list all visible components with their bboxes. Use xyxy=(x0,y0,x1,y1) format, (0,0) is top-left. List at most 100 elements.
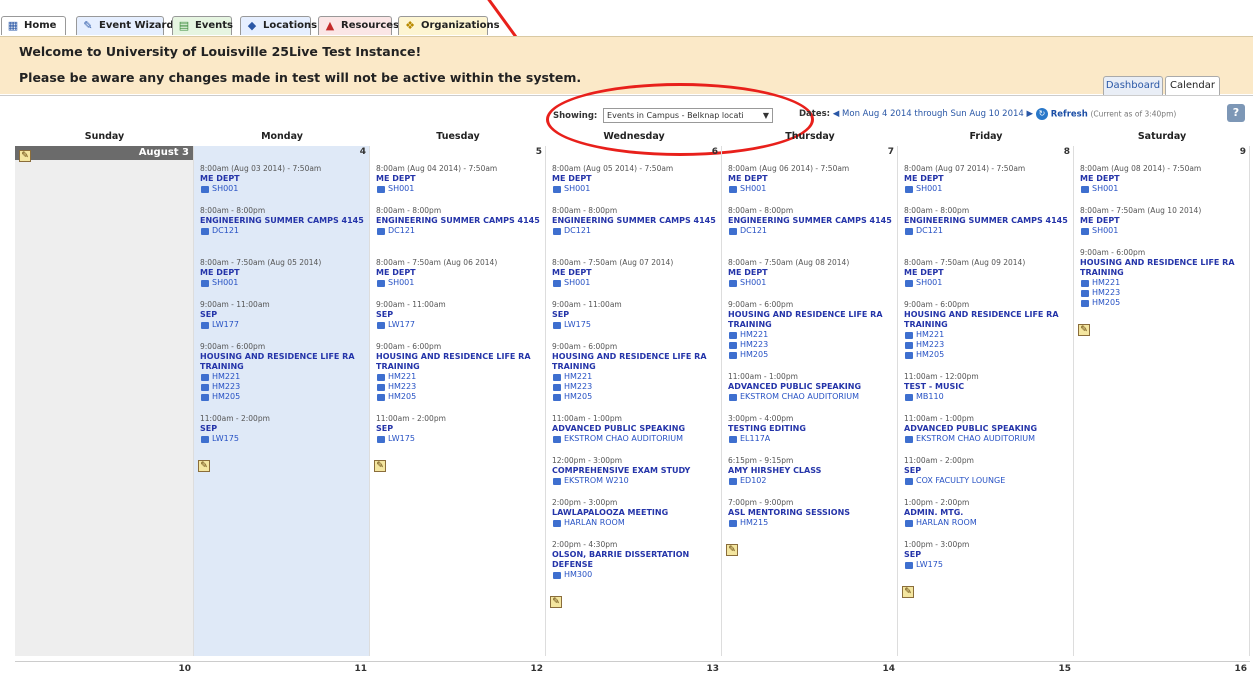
event-location[interactable]: SH001 xyxy=(376,184,541,194)
event-name[interactable]: ENGINEERING SUMMER CAMPS 4145 xyxy=(200,216,365,226)
event-location[interactable]: HARLAN ROOM xyxy=(904,518,1069,528)
event-location[interactable]: EKSTROM CHAO AUDITORIUM xyxy=(904,434,1069,444)
event-location[interactable]: EL117A xyxy=(728,434,893,444)
calendar-event[interactable]: 8:00am - 7:50am (Aug 09 2014) ME DEPT SH00… xyxy=(904,258,1069,288)
calendar-event[interactable]: 9:00am - 6:00pm HOUSING AND RESIDENCE LIF… xyxy=(200,342,365,402)
event-name[interactable]: TESTING EDITING xyxy=(728,424,893,434)
calendar-event[interactable]: 6:15pm - 9:15pm AMY HIRSHEY CLASS ED102 xyxy=(728,456,893,486)
event-location[interactable]: HM221 xyxy=(200,372,365,382)
event-location[interactable]: HM223 xyxy=(904,340,1069,350)
event-location[interactable]: HM223 xyxy=(1080,288,1245,298)
event-name[interactable]: ME DEPT xyxy=(1080,174,1245,184)
calendar-event[interactable]: 8:00am (Aug 08 2014) - 7:50am ME DEPT SH00… xyxy=(1080,164,1245,194)
event-location[interactable]: EKSTROM CHAO AUDITORIUM xyxy=(552,434,717,444)
event-location[interactable]: SH001 xyxy=(376,278,541,288)
event-location[interactable]: HM205 xyxy=(728,350,893,360)
edit-icon[interactable]: ✎ xyxy=(1078,324,1090,336)
event-location[interactable]: EKSTROM W210 xyxy=(552,476,717,486)
calendar-event[interactable]: 11:00am - 2:00pm SEP COX FACULTY LOUNGE xyxy=(904,456,1069,486)
calendar-event[interactable]: 8:00am (Aug 05 2014) - 7:50am ME DEPT SH00… xyxy=(552,164,717,194)
event-name[interactable]: ME DEPT xyxy=(904,268,1069,278)
calendar-event[interactable]: 8:00am (Aug 04 2014) - 7:50am ME DEPT SH00… xyxy=(376,164,541,194)
calendar-event[interactable]: 11:00am - 1:00pm ADVANCED PUBLIC SPEAKING… xyxy=(904,414,1069,444)
tab-home[interactable]: ▦ Home xyxy=(1,16,66,35)
day-cell[interactable]: 4 8:00am (Aug 03 2014) - 7:50am ME DEPT SH0… xyxy=(194,146,370,656)
event-location[interactable]: SH001 xyxy=(904,278,1069,288)
event-location[interactable]: HM300 xyxy=(552,570,717,580)
calendar-event[interactable]: 7:00pm - 9:00pm ASL MENTORING SESSIONS HM2… xyxy=(728,498,893,528)
event-name[interactable]: HOUSING AND RESIDENCE LIFE RA TRAINING xyxy=(1080,258,1245,278)
day-cell-next-week[interactable]: 11 xyxy=(194,661,370,682)
day-cell-next-week[interactable]: 14 xyxy=(722,661,898,682)
event-name[interactable]: ENGINEERING SUMMER CAMPS 4145 xyxy=(376,216,541,226)
event-name[interactable]: ME DEPT xyxy=(552,268,717,278)
refresh-control[interactable]: ↻ Refresh (Current as of 3:40pm) xyxy=(1036,108,1176,120)
calendar-event[interactable]: 2:00pm - 3:00pm LAWLAPALOOZA MEETING HARLA… xyxy=(552,498,717,528)
event-name[interactable]: ADVANCED PUBLIC SPEAKING xyxy=(728,382,893,392)
event-name[interactable]: ASL MENTORING SESSIONS xyxy=(728,508,893,518)
calendar-event[interactable]: 9:00am - 6:00pm HOUSING AND RESIDENCE LIF… xyxy=(904,300,1069,360)
calendar-event[interactable]: 8:00am - 8:00pm ENGINEERING SUMMER CAMPS … xyxy=(200,206,365,236)
calendar-event[interactable]: 9:00am - 6:00pm HOUSING AND RESIDENCE LIF… xyxy=(728,300,893,360)
calendar-event[interactable]: 8:00am - 8:00pm ENGINEERING SUMMER CAMPS … xyxy=(376,206,541,236)
calendar-event[interactable]: 11:00am - 1:00pm ADVANCED PUBLIC SPEAKING… xyxy=(552,414,717,444)
calendar-event[interactable]: 9:00am - 11:00am SEP LW177 xyxy=(200,300,365,330)
event-name[interactable]: ADVANCED PUBLIC SPEAKING xyxy=(904,424,1069,434)
calendar-event[interactable]: 8:00am - 7:50am (Aug 06 2014) ME DEPT SH00… xyxy=(376,258,541,288)
calendar-event[interactable]: 8:00am - 8:00pm ENGINEERING SUMMER CAMPS … xyxy=(904,206,1069,236)
calendar-event[interactable]: 8:00am (Aug 03 2014) - 7:50am ME DEPT SH00… xyxy=(200,164,365,194)
calendar-event[interactable]: 9:00am - 11:00am SEP LW177 xyxy=(376,300,541,330)
event-location[interactable]: HM223 xyxy=(728,340,893,350)
event-location[interactable]: HM221 xyxy=(728,330,893,340)
day-cell-next-week[interactable]: 10 xyxy=(15,661,194,682)
tab-dashboard[interactable]: Dashboard xyxy=(1103,76,1163,95)
event-location[interactable]: SH001 xyxy=(1080,184,1245,194)
calendar-event[interactable]: 11:00am - 2:00pm SEP LW175 xyxy=(376,414,541,444)
event-name[interactable]: ENGINEERING SUMMER CAMPS 4145 xyxy=(904,216,1069,226)
event-name[interactable]: ME DEPT xyxy=(200,174,365,184)
event-location[interactable]: SH001 xyxy=(552,278,717,288)
calendar-event[interactable]: 2:00pm - 4:30pm OLSON, BARRIE DISSERTATIO… xyxy=(552,540,717,580)
calendar-event[interactable]: 9:00am - 11:00am SEP LW175 xyxy=(552,300,717,330)
calendar-event[interactable]: 1:00pm - 3:00pm SEP LW175 xyxy=(904,540,1069,570)
event-location[interactable]: LW175 xyxy=(552,320,717,330)
event-name[interactable]: ADMIN. MTG. xyxy=(904,508,1069,518)
event-location[interactable]: LW175 xyxy=(200,434,365,444)
day-cell[interactable]: 5 8:00am (Aug 04 2014) - 7:50am ME DEPT SH0… xyxy=(370,146,546,656)
calendar-event[interactable]: 12:00pm - 3:00pm COMPREHENSIVE EXAM STUDY… xyxy=(552,456,717,486)
event-name[interactable]: SEP xyxy=(904,466,1069,476)
event-location[interactable]: DC121 xyxy=(728,226,893,236)
event-name[interactable]: COMPREHENSIVE EXAM STUDY xyxy=(552,466,717,476)
event-location[interactable]: HM223 xyxy=(552,382,717,392)
event-name[interactable]: ME DEPT xyxy=(200,268,365,278)
calendar-event[interactable]: 8:00am - 7:50am (Aug 08 2014) ME DEPT SH00… xyxy=(728,258,893,288)
event-location[interactable]: ED102 xyxy=(728,476,893,486)
event-name[interactable]: HOUSING AND RESIDENCE LIFE RA TRAINING xyxy=(728,310,893,330)
event-name[interactable]: HOUSING AND RESIDENCE LIFE RA TRAINING xyxy=(904,310,1069,330)
event-location[interactable]: LW177 xyxy=(376,320,541,330)
help-button[interactable]: ? xyxy=(1227,104,1245,122)
calendar-event[interactable]: 8:00am - 7:50am (Aug 05 2014) ME DEPT SH00… xyxy=(200,258,365,288)
tab-resources[interactable]: ▲ Resources xyxy=(318,16,399,35)
calendar-event[interactable]: 8:00am (Aug 07 2014) - 7:50am ME DEPT SH00… xyxy=(904,164,1069,194)
event-name[interactable]: HOUSING AND RESIDENCE LIFE RA TRAINING xyxy=(552,352,717,372)
tab-calendar[interactable]: Calendar xyxy=(1165,76,1220,95)
event-name[interactable]: HOUSING AND RESIDENCE LIFE RA TRAINING xyxy=(376,352,541,372)
event-location[interactable]: SH001 xyxy=(904,184,1069,194)
day-cell[interactable]: 9 8:00am (Aug 08 2014) - 7:50am ME DEPT SH0… xyxy=(1074,146,1250,656)
edit-icon[interactable]: ✎ xyxy=(19,150,31,162)
event-location[interactable]: HM205 xyxy=(552,392,717,402)
calendar-event[interactable]: 8:00am - 8:00pm ENGINEERING SUMMER CAMPS … xyxy=(728,206,893,236)
event-location[interactable]: LW175 xyxy=(904,560,1069,570)
event-name[interactable]: ENGINEERING SUMMER CAMPS 4145 xyxy=(552,216,717,226)
event-location[interactable]: SH001 xyxy=(200,278,365,288)
event-name[interactable]: SEP xyxy=(200,424,365,434)
event-name[interactable]: LAWLAPALOOZA MEETING xyxy=(552,508,717,518)
event-location[interactable]: MB110 xyxy=(904,392,1069,402)
event-name[interactable]: ME DEPT xyxy=(904,174,1069,184)
calendar-event[interactable]: 3:00pm - 4:00pm TESTING EDITING EL117A xyxy=(728,414,893,444)
calendar-event[interactable]: 8:00am - 7:50am (Aug 07 2014) ME DEPT SH00… xyxy=(552,258,717,288)
event-name[interactable]: ME DEPT xyxy=(552,174,717,184)
calendar-event[interactable]: 8:00am - 7:50am (Aug 10 2014) ME DEPT SH00… xyxy=(1080,206,1245,236)
event-name[interactable]: OLSON, BARRIE DISSERTATION DEFENSE xyxy=(552,550,717,570)
